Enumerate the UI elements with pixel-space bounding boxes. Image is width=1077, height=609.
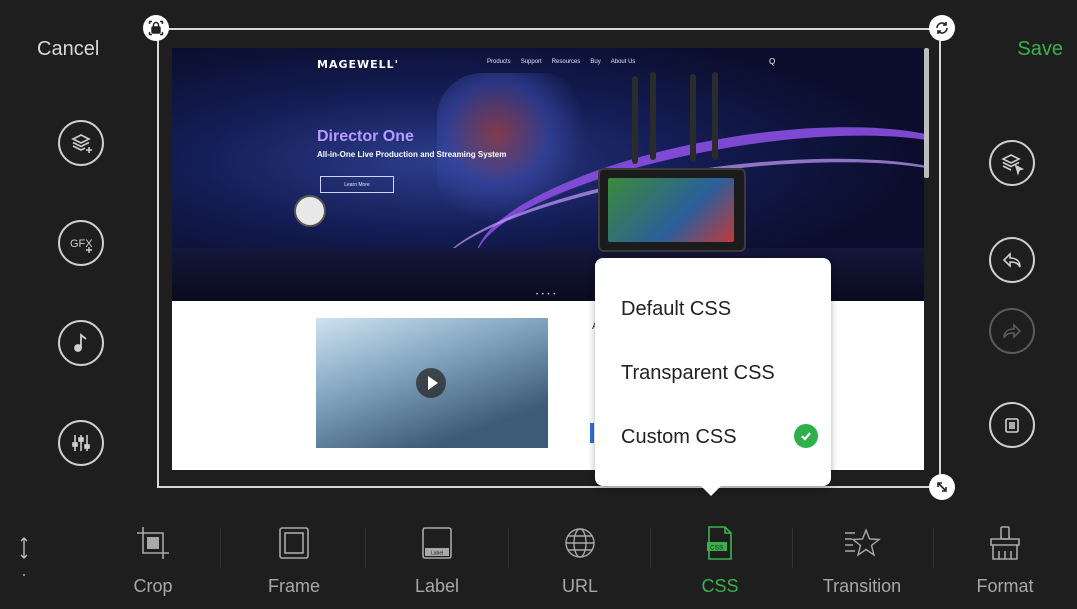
css-dropdown-menu: Default CSS Transparent CSS Custom CSS	[595, 258, 831, 496]
rotate-icon	[936, 22, 948, 34]
css-label: CSS	[701, 576, 739, 596]
select-layer-button[interactable]	[989, 140, 1035, 186]
add-layer-button[interactable]	[58, 120, 104, 166]
transparent-css-option[interactable]: Transparent CSS	[621, 362, 821, 385]
delete-button[interactable]	[989, 402, 1035, 448]
frame-icon	[279, 527, 309, 559]
default-css-option[interactable]: Default CSS	[621, 298, 821, 321]
custom-css-option[interactable]: Custom CSS	[621, 426, 821, 449]
frame-tool[interactable]: Frame	[244, 524, 344, 597]
format-label: Format	[976, 576, 1034, 596]
toolbar-divider	[508, 528, 509, 568]
svg-text:CSS: CSS	[710, 545, 724, 552]
url-label: URL	[561, 576, 598, 596]
add-gfx-button[interactable]: GFX	[58, 220, 104, 266]
transition-tool[interactable]: Transition	[812, 524, 912, 597]
music-button[interactable]	[58, 320, 104, 366]
audio-mixer-button[interactable]	[58, 420, 104, 466]
globe-icon	[565, 528, 595, 558]
label-label: Label	[414, 576, 460, 596]
undo-icon	[1002, 252, 1021, 268]
resize-icon	[937, 482, 947, 492]
mixer-icon	[72, 435, 90, 451]
crop-tool[interactable]: Crop	[103, 524, 203, 597]
redo-icon	[1003, 323, 1022, 339]
crop-label: Crop	[133, 576, 173, 596]
save-button[interactable]: Save	[1017, 38, 1063, 61]
format-icon	[990, 526, 1020, 560]
label-icon: Label	[422, 527, 452, 559]
format-tool[interactable]: Format	[955, 524, 1055, 597]
lock-handle[interactable]	[143, 15, 169, 41]
select-layer-icon	[1001, 154, 1025, 176]
toolbar-divider	[933, 528, 934, 568]
bottom-toolbar: Crop Frame Label Label URL CSS CSS Trans…	[0, 500, 1077, 609]
label-tool[interactable]: Label Label	[387, 524, 487, 597]
css-icon: CSS	[707, 526, 732, 560]
toolbar-scroll-indicator[interactable]	[18, 536, 30, 585]
frame-label: Frame	[267, 576, 320, 596]
svg-text:Label: Label	[431, 551, 443, 557]
undo-button[interactable]	[989, 237, 1035, 283]
trash-icon	[1005, 418, 1019, 433]
rotate-handle[interactable]	[929, 15, 955, 41]
add-layer-icon	[71, 134, 92, 153]
svg-text:GFX: GFX	[70, 238, 93, 250]
add-gfx-icon: GFX	[70, 238, 93, 253]
transition-icon	[845, 528, 881, 557]
toolbar-divider	[365, 528, 366, 568]
toolbar-divider	[220, 528, 221, 568]
check-icon	[794, 424, 818, 448]
up-down-arrow-icon	[20, 537, 28, 576]
cancel-button[interactable]: Cancel	[37, 38, 99, 61]
url-tool[interactable]: URL	[530, 524, 630, 597]
css-tool[interactable]: CSS CSS	[670, 524, 770, 597]
crop-icon	[137, 527, 169, 559]
transition-label: Transition	[822, 576, 902, 596]
redo-button[interactable]	[989, 308, 1035, 354]
lock-icon	[148, 20, 164, 36]
resize-handle[interactable]	[929, 474, 955, 500]
toolbar-divider	[792, 528, 793, 568]
music-icon	[74, 333, 87, 352]
toolbar-divider	[650, 528, 651, 568]
